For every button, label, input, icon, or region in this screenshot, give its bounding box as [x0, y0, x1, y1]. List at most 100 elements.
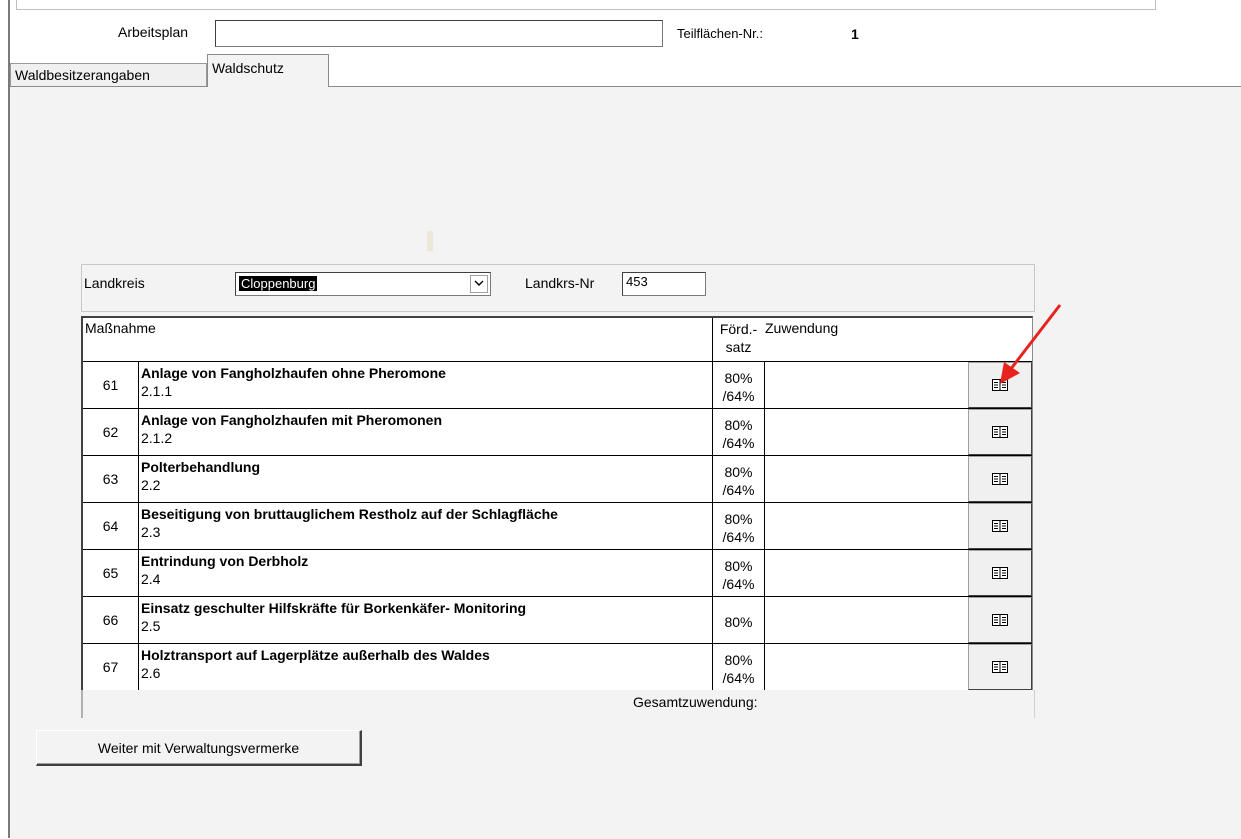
- row-rate-2: /64%: [722, 576, 755, 592]
- top-divider-left-tick: [16, 0, 17, 10]
- row-rate-2: /64%: [722, 435, 755, 451]
- arbeitsplan-input[interactable]: [215, 20, 663, 47]
- row-detail-button[interactable]: [968, 550, 1032, 596]
- table-row: 62 Anlage von Fangholzhaufen mit Pheromo…: [83, 408, 1032, 455]
- row-title: Beseitigung von bruttauglichem Restholz …: [141, 506, 558, 522]
- chevron-down-icon[interactable]: [470, 275, 488, 293]
- landkreis-selected-value: Cloppenburg: [239, 276, 318, 291]
- col-header-foerdsatz: Förd.- satz: [712, 318, 764, 362]
- row-code: 2.1.1: [141, 383, 173, 399]
- row-code: 2.4: [141, 571, 161, 587]
- row-code: 2.6: [141, 665, 161, 681]
- row-number: 63: [102, 471, 119, 487]
- row-number: 65: [102, 565, 119, 581]
- teilflaechen-label: Teilflächen-Nr.:: [677, 26, 763, 41]
- row-foerdsatz: 80% /64%: [712, 503, 764, 549]
- row-title: Polterbehandlung: [141, 459, 260, 475]
- row-zuwendung[interactable]: [764, 456, 968, 502]
- row-zuwendung[interactable]: [764, 503, 968, 549]
- row-zuwendung[interactable]: [764, 597, 968, 643]
- row-foerdsatz: 80% /64%: [712, 362, 764, 408]
- row-code: 2.1.2: [141, 430, 173, 446]
- row-massnahme: Beseitigung von bruttauglichem Restholz …: [138, 503, 712, 549]
- landkreis-label: Landkreis: [84, 275, 145, 291]
- row-rate-1: 80%: [724, 652, 753, 668]
- gesamtzuwendung-row: [81, 690, 1035, 718]
- row-code: 2.5: [141, 618, 161, 634]
- col-header-foerdsatz-line2: satz: [725, 339, 752, 355]
- table-form-icon: [992, 520, 1008, 532]
- row-rate-1: 80%: [724, 558, 753, 574]
- row-detail-button[interactable]: [968, 644, 1032, 690]
- row-detail-button[interactable]: [968, 409, 1032, 455]
- landkrs-nr-label: Landkrs-Nr: [525, 275, 595, 291]
- weiter-verwaltungsvermerke-button[interactable]: Weiter mit Verwaltungsvermerke: [36, 730, 362, 766]
- row-number: 67: [102, 659, 119, 675]
- row-title: Holztransport auf Lagerplätze außerhalb …: [141, 647, 490, 663]
- row-foerdsatz: 80% /64%: [712, 550, 764, 596]
- row-massnahme: Entrindung von Derbholz 2.4: [138, 550, 712, 596]
- table-form-icon: [992, 614, 1008, 626]
- row-foerdsatz: 80% /64%: [712, 409, 764, 455]
- row-zuwendung[interactable]: [764, 550, 968, 596]
- row-massnahme: Einsatz geschulter Hilfskräfte für Borke…: [138, 597, 712, 643]
- row-number: 64: [102, 518, 119, 534]
- row-massnahme: Polterbehandlung 2.2: [138, 456, 712, 502]
- row-massnahme: Anlage von Fangholzhaufen mit Pheromonen…: [138, 409, 712, 455]
- row-number: 61: [102, 377, 119, 393]
- row-title: Entrindung von Derbholz: [141, 553, 309, 569]
- table-row: 65 Entrindung von Derbholz 2.4 80% /64%: [83, 549, 1032, 596]
- row-zuwendung[interactable]: [764, 409, 968, 455]
- faint-marker: [427, 231, 433, 251]
- table-row: 61 Anlage von Fangholzhaufen ohne Pherom…: [83, 361, 1032, 408]
- col-header-massnahme: Maßnahme: [85, 320, 156, 336]
- annotation-arrow-icon: [1000, 304, 1062, 384]
- gesamtzuwendung-label: Gesamtzuwendung:: [633, 694, 758, 710]
- col-header-zuwendung: Zuwendung: [765, 320, 839, 336]
- tab-waldschutz[interactable]: Waldschutz: [207, 54, 329, 87]
- row-rate-2: /64%: [722, 529, 755, 545]
- row-rate-2: /64%: [722, 482, 755, 498]
- row-title: Einsatz geschulter Hilfskräfte für Borke…: [141, 600, 527, 616]
- row-rate-2: /64%: [722, 388, 755, 404]
- landkreis-select[interactable]: Cloppenburg: [235, 272, 491, 296]
- table-form-icon: [992, 473, 1008, 485]
- row-rate-1: 80%: [724, 464, 753, 480]
- row-foerdsatz: 80% /64%: [712, 456, 764, 502]
- row-rate-1: 80%: [724, 614, 753, 630]
- tab-waldbesitzerangaben[interactable]: Waldbesitzerangaben: [10, 63, 207, 87]
- table-row: 64 Beseitigung von bruttauglichem Restho…: [83, 502, 1032, 549]
- massnahmen-table: Maßnahme Förd.- satz Zuwendung 61 Anlage…: [81, 316, 1033, 690]
- row-massnahme: Holztransport auf Lagerplätze außerhalb …: [138, 644, 712, 690]
- teilflaechen-value: 1: [851, 26, 859, 42]
- top-divider-right-tick: [1155, 0, 1156, 10]
- row-detail-button[interactable]: [968, 456, 1032, 502]
- row-rate-2: /64%: [722, 670, 755, 686]
- table-form-icon: [992, 661, 1008, 673]
- row-number: 66: [102, 612, 119, 628]
- row-title: Anlage von Fangholzhaufen ohne Pheromone: [141, 365, 446, 381]
- row-rate-1: 80%: [724, 370, 753, 386]
- row-massnahme: Anlage von Fangholzhaufen ohne Pheromone…: [138, 362, 712, 408]
- row-code: 2.3: [141, 524, 161, 540]
- row-detail-button[interactable]: [968, 597, 1032, 643]
- table-row: 66 Einsatz geschulter Hilfskräfte für Bo…: [83, 596, 1032, 643]
- top-divider: [16, 9, 1156, 10]
- table-row: 63 Polterbehandlung 2.2 80% /64%: [83, 455, 1032, 502]
- row-foerdsatz: 80% /64%: [712, 644, 764, 690]
- arbeitsplan-label: Arbeitsplan: [118, 24, 189, 40]
- row-number: 62: [102, 424, 119, 440]
- row-code: 2.2: [141, 477, 161, 493]
- table-row: 67 Holztransport auf Lagerplätze außerha…: [83, 643, 1032, 690]
- row-foerdsatz: 80%: [712, 597, 764, 643]
- landkrs-nr-field: 453: [622, 272, 706, 296]
- row-detail-button[interactable]: [968, 503, 1032, 549]
- row-zuwendung[interactable]: [764, 362, 968, 408]
- row-rate-1: 80%: [724, 511, 753, 527]
- table-form-icon: [992, 426, 1008, 438]
- table-form-icon: [992, 567, 1008, 579]
- col-header-foerdsatz-line1: Förd.-: [719, 321, 758, 337]
- row-rate-1: 80%: [724, 417, 753, 433]
- row-zuwendung[interactable]: [764, 644, 968, 690]
- row-title: Anlage von Fangholzhaufen mit Pheromonen: [141, 412, 443, 428]
